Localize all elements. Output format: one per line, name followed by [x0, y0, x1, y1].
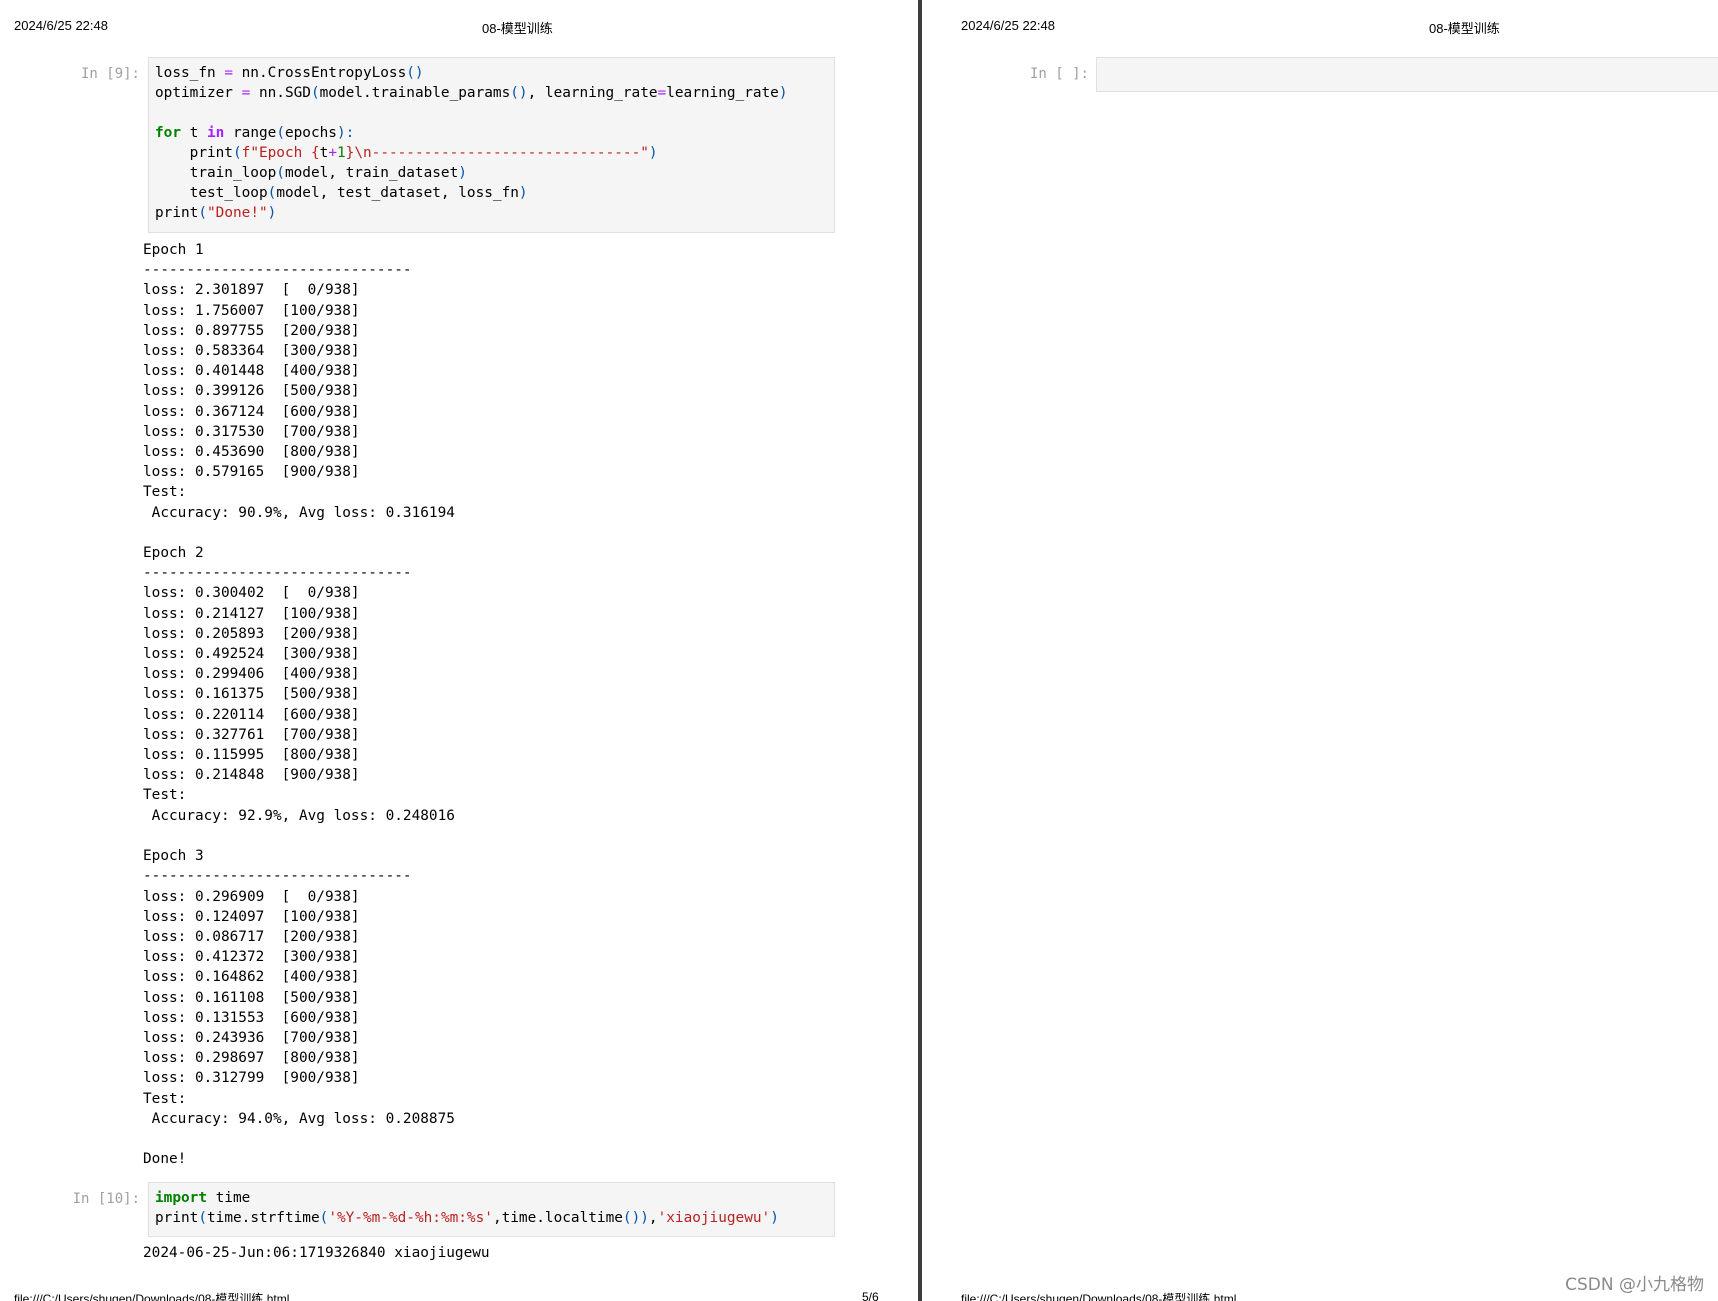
code-input[interactable]: loss_fn = nn.CrossEntropyLoss() optimize… — [149, 58, 834, 228]
print-date: 2024/6/25 22:48 — [14, 18, 108, 33]
cell-prompt: In [ ]: — [1029, 66, 1089, 82]
notebook-page-right: 2024/6/25 22:48 08-模型训练 In [ ]: file:///… — [924, 0, 1718, 1301]
cell-prompt: In [10]: — [72, 1191, 140, 1207]
training-output: Epoch 1 ------------------------------- … — [143, 242, 455, 1168]
footer-path: file:///C:/Users/shugen/Downloads/08-模型训… — [961, 1292, 1237, 1301]
code-input[interactable]: import time print(time.strftime('%Y-%m-%… — [149, 1183, 834, 1233]
notebook-page-left: 2024/6/25 22:48 08-模型训练 In [9]: loss_fn … — [0, 0, 918, 1301]
empty-code-cell[interactable] — [1096, 57, 1718, 92]
cell-prompt: In [9]: — [80, 66, 140, 82]
page-title: 08-模型训练 — [1429, 21, 1500, 36]
footer-page-number: 5/6 — [862, 1290, 879, 1301]
print-date: 2024/6/25 22:48 — [961, 18, 1055, 33]
page-title: 08-模型训练 — [482, 21, 553, 36]
page-divider — [918, 0, 922, 1301]
code-cell-training[interactable]: loss_fn = nn.CrossEntropyLoss() optimize… — [148, 57, 835, 233]
watermark: CSDN @小九格物 — [1565, 1275, 1704, 1295]
footer-path: file:///C:/Users/shugen/Downloads/08-模型训… — [14, 1292, 290, 1301]
code-cell-time[interactable]: import time print(time.strftime('%Y-%m-%… — [148, 1182, 835, 1237]
time-output: 2024-06-25-Jun:06:1719326840 xiaojiugewu — [143, 1245, 490, 1261]
